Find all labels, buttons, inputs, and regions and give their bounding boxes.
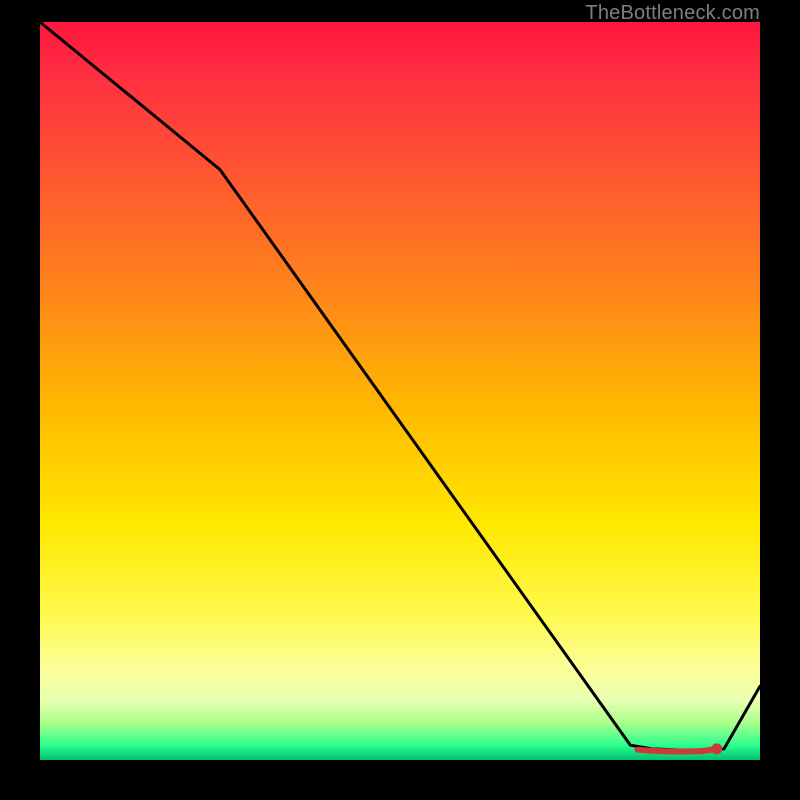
- plot-area: [40, 22, 760, 760]
- highlight-stroke: [638, 749, 717, 752]
- highlight-end-dot: [711, 743, 722, 754]
- highlight-band: [638, 743, 723, 754]
- chart-frame: TheBottleneck.com: [0, 0, 800, 800]
- curve-line: [40, 22, 760, 750]
- chart-svg: [40, 22, 760, 760]
